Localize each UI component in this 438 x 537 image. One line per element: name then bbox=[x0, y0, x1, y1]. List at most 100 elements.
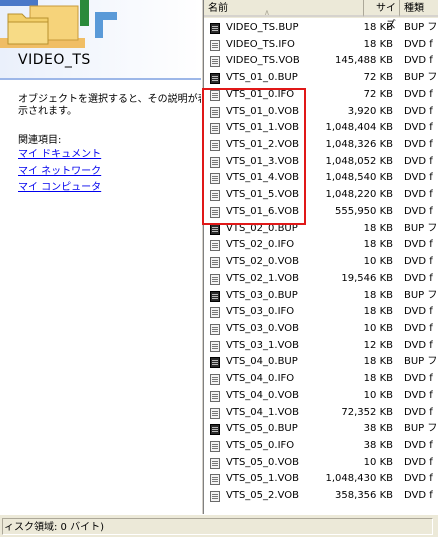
file-type: DVD f bbox=[404, 139, 433, 151]
file-size: 18 KB bbox=[363, 373, 393, 385]
file-row[interactable]: VTS_01_3.VOB 1,048,052 KB DVD f bbox=[204, 154, 438, 171]
file-row[interactable]: VTS_02_0.IFO 18 KB DVD f bbox=[204, 237, 438, 254]
file-row[interactable]: VTS_05_0.IFO 38 KB DVD f bbox=[204, 438, 438, 455]
sort-ascending-icon: ∧ bbox=[264, 8, 270, 17]
file-row[interactable]: VTS_01_4.VOB 1,048,540 KB DVD f bbox=[204, 170, 438, 187]
file-type: DVD f bbox=[404, 490, 433, 502]
file-name: VTS_04_0.IFO bbox=[226, 373, 295, 385]
file-size: 10 KB bbox=[363, 456, 393, 468]
file-name: VTS_02_0.IFO bbox=[226, 239, 295, 251]
file-type: BUP フ bbox=[404, 72, 438, 84]
file-row[interactable]: VTS_01_0.VOB 3,920 KB DVD f bbox=[204, 104, 438, 121]
file-size: 10 KB bbox=[363, 389, 393, 401]
file-row[interactable]: VTS_03_0.BUP 18 KB BUP フ bbox=[204, 288, 438, 305]
file-row[interactable]: VIDEO_TS.IFO 18 KB DVD f bbox=[204, 37, 438, 54]
file-type: DVD f bbox=[404, 373, 433, 385]
file-list: 名前 ∧ サイズ 種類 VIDEO_TS.BUP 18 KB BUP フ VIDEO_… bbox=[204, 0, 438, 514]
file-name: VTS_01_0.BUP bbox=[226, 72, 298, 84]
file-name: VTS_03_0.IFO bbox=[226, 306, 295, 318]
file-name: VTS_05_1.VOB bbox=[226, 473, 299, 485]
file-size: 12 KB bbox=[363, 339, 393, 351]
file-row[interactable]: VTS_01_1.VOB 1,048,404 KB DVD f bbox=[204, 120, 438, 137]
file-row[interactable]: VTS_01_6.VOB 555,950 KB DVD f bbox=[204, 204, 438, 221]
file-name: VTS_01_2.VOB bbox=[226, 139, 299, 151]
vob-file-icon bbox=[210, 491, 220, 503]
file-type: DVD f bbox=[404, 155, 433, 167]
file-row[interactable]: VIDEO_TS.VOB 145,488 KB DVD f bbox=[204, 53, 438, 70]
file-row[interactable]: VTS_04_0.IFO 18 KB DVD f bbox=[204, 371, 438, 388]
file-rows: VIDEO_TS.BUP 18 KB BUP フ VIDEO_TS.IFO 18 KB D… bbox=[204, 20, 438, 505]
link-my-documents[interactable]: マイ ドキュメント bbox=[18, 147, 101, 164]
file-row[interactable]: VTS_05_1.VOB 1,048,430 KB DVD f bbox=[204, 471, 438, 488]
column-header-size[interactable]: サイズ bbox=[364, 0, 400, 31]
folder-title: VIDEO_TS bbox=[18, 52, 91, 68]
file-row[interactable]: VTS_03_1.VOB 12 KB DVD f bbox=[204, 338, 438, 355]
column-header-name[interactable]: 名前 ∧ bbox=[204, 0, 364, 17]
bup-file-icon bbox=[210, 357, 220, 369]
file-name: VIDEO_TS.VOB bbox=[226, 55, 300, 67]
link-my-computer[interactable]: マイ コンピュータ bbox=[18, 180, 101, 197]
vob-file-icon bbox=[210, 390, 220, 402]
file-type: DVD f bbox=[404, 122, 433, 134]
vob-file-icon bbox=[210, 407, 220, 419]
file-size: 1,048,326 KB bbox=[325, 139, 394, 151]
status-bar: ィスク領域: 0 バイト) bbox=[0, 514, 438, 537]
column-header-type[interactable]: 種類 bbox=[400, 0, 438, 17]
file-row[interactable]: VTS_02_0.BUP 18 KB BUP フ bbox=[204, 221, 438, 238]
file-size: 19,546 KB bbox=[341, 272, 393, 284]
ifo-file-icon bbox=[210, 374, 220, 386]
file-type: DVD f bbox=[404, 439, 433, 451]
file-type: DVD f bbox=[404, 205, 433, 217]
vob-file-icon bbox=[210, 140, 220, 152]
file-name: VIDEO_TS.IFO bbox=[226, 38, 295, 50]
file-size: 10 KB bbox=[363, 256, 393, 268]
file-type: DVD f bbox=[404, 189, 433, 201]
file-name: VTS_01_4.VOB bbox=[226, 172, 299, 184]
file-row[interactable]: VTS_05_0.VOB 10 KB DVD f bbox=[204, 455, 438, 472]
ifo-file-icon bbox=[210, 39, 220, 51]
file-row[interactable]: VTS_04_1.VOB 72,352 KB DVD f bbox=[204, 405, 438, 422]
file-row[interactable]: VTS_01_2.VOB 1,048,326 KB DVD f bbox=[204, 137, 438, 154]
file-type: DVD f bbox=[404, 406, 433, 418]
vob-file-icon bbox=[210, 257, 220, 269]
link-my-network[interactable]: マイ ネットワーク bbox=[18, 164, 101, 181]
file-row[interactable]: VTS_01_0.BUP 72 KB BUP フ bbox=[204, 70, 438, 87]
file-row[interactable]: VTS_02_1.VOB 19,546 KB DVD f bbox=[204, 271, 438, 288]
file-name: VTS_03_0.BUP bbox=[226, 289, 298, 301]
file-row[interactable]: VTS_01_5.VOB 1,048,220 KB DVD f bbox=[204, 187, 438, 204]
file-name: VIDEO_TS.BUP bbox=[226, 22, 299, 33]
file-type: DVD f bbox=[404, 172, 433, 184]
file-row[interactable]: VTS_03_0.VOB 10 KB DVD f bbox=[204, 321, 438, 338]
file-name: VTS_01_0.VOB bbox=[226, 105, 299, 117]
file-row[interactable]: VTS_05_2.VOB 358,356 KB DVD f bbox=[204, 488, 438, 505]
file-type: DVD f bbox=[404, 389, 433, 401]
ifo-file-icon bbox=[210, 307, 220, 319]
file-type: DVD f bbox=[404, 239, 433, 251]
ifo-file-icon bbox=[210, 240, 220, 252]
task-pane: VIDEO_TS オブジェクトを選択すると、その説明が表 示されます。 関連項目… bbox=[0, 0, 201, 514]
file-type: DVD f bbox=[404, 105, 433, 117]
file-size: 358,356 KB bbox=[335, 490, 393, 502]
file-size: 555,950 KB bbox=[335, 205, 393, 217]
file-type: DVD f bbox=[404, 38, 433, 50]
column-header: 名前 ∧ サイズ 種類 bbox=[204, 0, 438, 31]
file-name: VTS_03_1.VOB bbox=[226, 339, 299, 351]
file-row[interactable]: VTS_04_0.BUP 18 KB BUP フ bbox=[204, 354, 438, 371]
file-row[interactable]: VTS_02_0.VOB 10 KB DVD f bbox=[204, 254, 438, 271]
file-name: VTS_05_0.VOB bbox=[226, 456, 299, 468]
file-row[interactable]: VIDEO_TS.BUP 18 KB BUP フ bbox=[204, 20, 438, 37]
vob-file-icon bbox=[210, 56, 220, 68]
file-row[interactable]: VTS_01_0.IFO 72 KB DVD f bbox=[204, 87, 438, 104]
file-row[interactable]: VTS_05_0.BUP 38 KB BUP フ bbox=[204, 421, 438, 438]
vob-file-icon bbox=[210, 323, 220, 335]
file-type: DVD f bbox=[404, 256, 433, 268]
file-type: BUP フ bbox=[404, 222, 438, 234]
file-row[interactable]: VTS_04_0.VOB 10 KB DVD f bbox=[204, 388, 438, 405]
file-row[interactable]: VTS_03_0.IFO 18 KB DVD f bbox=[204, 304, 438, 321]
bup-file-icon bbox=[210, 73, 220, 85]
vob-file-icon bbox=[210, 474, 220, 486]
file-size: 18 KB bbox=[363, 222, 393, 234]
file-type: DVD f bbox=[404, 88, 433, 100]
file-size: 38 KB bbox=[363, 423, 393, 435]
status-text: ィスク領域: 0 バイト) bbox=[2, 518, 433, 535]
